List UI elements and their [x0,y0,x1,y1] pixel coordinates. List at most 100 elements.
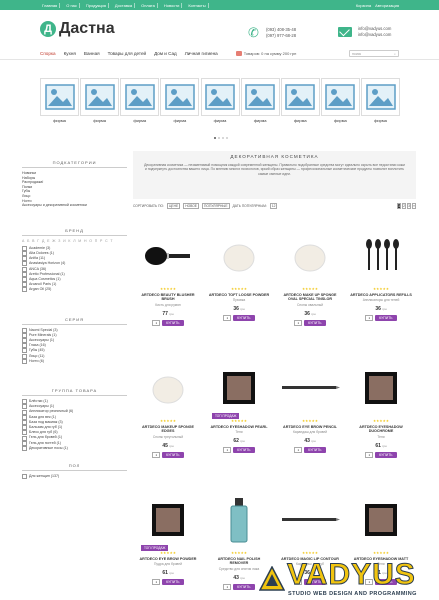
quantity-select[interactable]: 1 [152,451,161,458]
phone-number[interactable]: (097) 977-68-28 [266,33,296,39]
brand-tile[interactable]: фирма [320,78,360,123]
buy-button[interactable]: КУПИТЬ [375,315,397,322]
quantity-select[interactable]: 1 [223,447,232,454]
search-icon[interactable]: ⌕ [394,52,396,56]
show-count-select[interactable]: 12 [269,203,278,209]
buy-button[interactable]: КУПИТЬ [304,319,326,326]
brand-tile[interactable]: фирма [240,78,280,123]
rating-stars[interactable]: ★★★★★ [346,551,416,555]
brand-tile[interactable]: фирма [40,78,79,123]
menu-item[interactable]: Спорка [40,51,56,56]
product-name[interactable]: ARTDECO BEAUTY BLUSHER BRUSH [133,293,203,302]
top-nav-item[interactable]: Новости [162,2,183,8]
product-image[interactable] [275,359,345,417]
quantity-select[interactable]: 1 [223,315,232,322]
top-nav-item[interactable]: Главная [40,2,61,8]
product-image[interactable] [275,227,345,285]
rating-stars[interactable]: ★★★★★ [133,287,203,291]
rating-stars[interactable]: ★★★★★ [275,551,345,555]
top-nav-item[interactable]: Продукция [84,2,109,8]
product-name[interactable]: ARTDECO APPLICATORS REFILLS [346,293,416,297]
product-name[interactable]: ARTDECO EYESHADOW DUOCHROME [346,425,416,434]
quantity-select[interactable]: 1 [294,447,303,454]
brand-image[interactable] [200,78,240,116]
top-nav-item[interactable]: О нас [64,2,80,8]
menu-item[interactable]: Личная гигиена [185,51,218,56]
product-image[interactable] [133,227,203,285]
brand-tile[interactable]: фирма [280,78,320,123]
sort-option[interactable]: НОВОЕ [183,203,200,209]
product-name[interactable]: ARTDECO EYE BROW PENCIL [275,425,345,429]
logo[interactable]: Д Дастна [40,20,115,38]
top-nav-item[interactable]: Оплата [139,2,158,8]
group-filter-checkbox[interactable]: Декоративные носы (1) [22,446,127,451]
product-name[interactable]: ARTDECO TOFT LOOSE POWDER [204,293,274,297]
buy-button[interactable]: КУПИТЬ [233,447,255,454]
product-image[interactable] [204,227,274,285]
top-nav-item[interactable]: Доставка [113,2,136,8]
product-image[interactable] [346,491,416,549]
quantity-select[interactable]: 1 [223,583,232,590]
quantity-select[interactable]: 1 [365,315,374,322]
brand-image[interactable] [320,78,360,116]
cart-summary[interactable]: Товаров: 0 на сумму 200 грн [235,51,296,56]
search-input[interactable]: поиск ⌕ [349,50,399,57]
page-next[interactable]: » [412,203,416,209]
product-image[interactable] [204,359,274,417]
quantity-select[interactable]: 1 [294,319,303,326]
product-name[interactable]: ARTDECO MAKEUP SPONGE EDGES [133,425,203,434]
buy-button[interactable]: КУПИТЬ [162,319,184,326]
rating-stars[interactable]: ★★★★★ [133,419,203,423]
rating-stars[interactable]: ★★★★★ [346,287,416,291]
brand-tile[interactable]: фирма [361,78,400,123]
brand-tile[interactable]: фирма [120,78,160,123]
carousel-dot[interactable] [222,137,224,139]
product-image[interactable] [346,359,416,417]
rating-stars[interactable]: ★★★★★ [275,419,345,423]
product-name[interactable]: ARTDECO EYE BROW POWDER [133,557,203,561]
menu-item[interactable]: Ванная [84,51,100,56]
quantity-select[interactable]: 1 [152,319,161,326]
series-filter-checkbox[interactable]: Ногти (6) [22,359,127,364]
brand-image[interactable] [160,78,200,116]
product-image[interactable] [133,491,203,549]
rating-stars[interactable]: ★★★★★ [346,419,416,423]
brand-filter-checkbox[interactable]: Argan Oil (25) [22,287,127,292]
carousel-dot[interactable] [218,137,220,139]
rating-stars[interactable]: ★★★★★ [204,287,274,291]
brand-image[interactable] [240,78,280,116]
rating-stars[interactable]: ★★★★★ [204,551,274,555]
buy-button[interactable]: КУПИТЬ [162,579,184,586]
product-image[interactable] [275,491,345,549]
rating-stars[interactable]: ★★★★★ [275,287,345,291]
brand-tile[interactable]: фирма [160,78,200,123]
carousel-dot[interactable] [214,137,216,139]
buy-button[interactable]: КУПИТЬ [304,447,326,454]
menu-item[interactable]: Товары для детей [108,51,146,56]
product-name[interactable]: ARTDECO MAKE UP SPONGE OVAL SPECIAL TINS… [275,293,345,302]
gender-filter-checkbox[interactable]: Для женщин (137) [22,474,127,479]
quantity-select[interactable]: 1 [365,451,374,458]
brand-image[interactable] [120,78,160,116]
top-nav-item[interactable]: Контакты [186,2,209,8]
quantity-select[interactable]: 1 [152,579,161,586]
buy-button[interactable]: КУПИТЬ [233,315,255,322]
buy-button[interactable]: КУПИТЬ [375,451,397,458]
brand-image[interactable] [80,78,120,116]
product-name[interactable]: ARTDECO EYESHADOW PEARL [204,425,274,429]
rating-stars[interactable]: ★★★★★ [204,419,274,423]
cart-link[interactable]: Корзина [356,3,371,8]
page-link[interactable]: 3 [407,203,411,209]
product-image[interactable] [204,491,274,549]
subcategory-link[interactable]: Аксессуары и декоративной косметики [22,203,127,208]
brand-image[interactable] [361,78,400,116]
email-link[interactable]: info@vadyus.com [358,32,391,38]
page-link[interactable]: 1 [397,203,401,209]
rating-stars[interactable]: ★★★★★ [133,551,203,555]
product-image[interactable] [133,359,203,417]
brand-image[interactable] [40,78,79,116]
brand-alphabet[interactable]: А Б В Г Д Е Ж З И К Л М Н О П Р С Т [22,239,127,243]
buy-button[interactable]: КУПИТЬ [162,451,184,458]
login-link[interactable]: Авторизация [375,3,399,8]
sort-option[interactable]: ПОПУЛЯРНЫЕ [202,203,230,209]
